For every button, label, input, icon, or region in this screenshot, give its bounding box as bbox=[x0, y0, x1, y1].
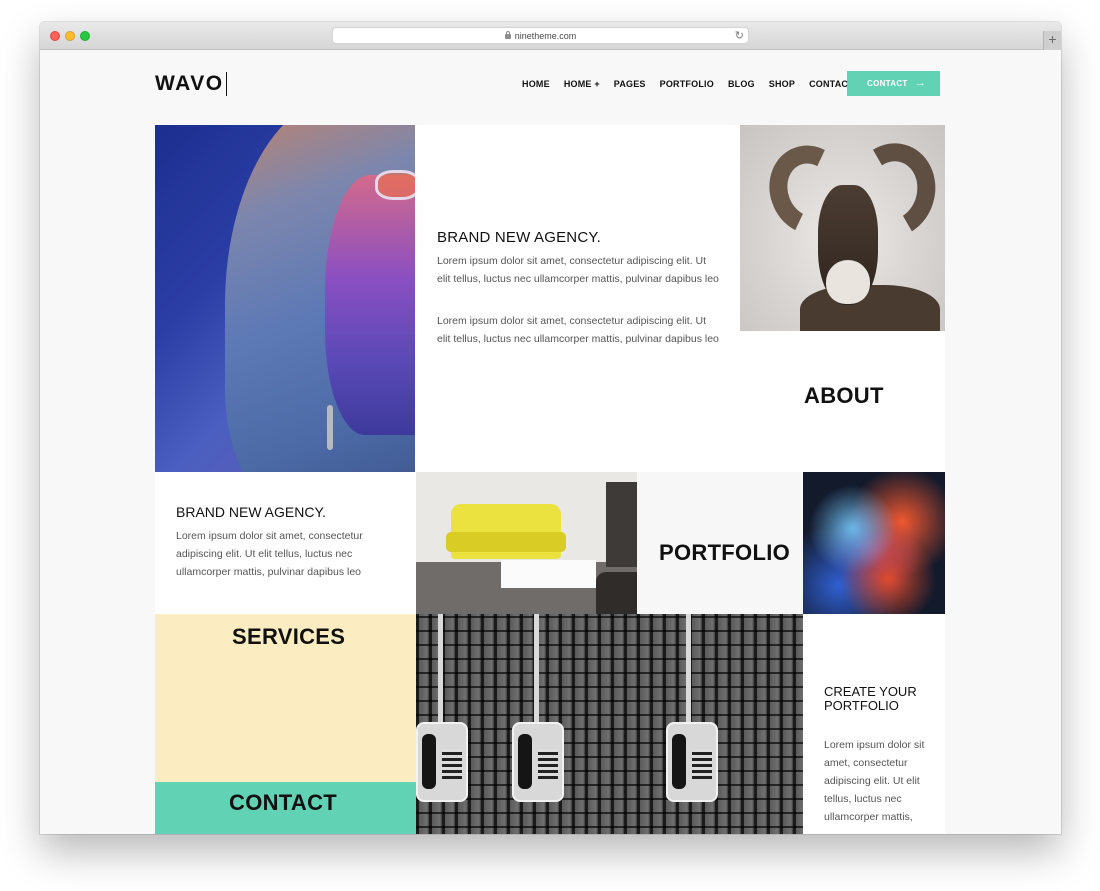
web-page: WAVO HOME HOME + PAGES PORTFOLIO BLOG SH… bbox=[40, 50, 1061, 834]
agency-mid-heading: BRAND NEW AGENCY. bbox=[176, 504, 326, 520]
agency-paragraph-1: Lorem ipsum dolor sit amet, consectetur … bbox=[437, 255, 719, 285]
agency-heading: BRAND NEW AGENCY. bbox=[437, 229, 601, 246]
cta-label: CONTACT bbox=[867, 79, 908, 88]
services-heading: SERVICES bbox=[232, 624, 346, 649]
new-tab-icon[interactable]: + bbox=[1043, 31, 1061, 50]
lock-icon bbox=[504, 31, 511, 39]
nav-item-shop[interactable]: SHOP bbox=[769, 78, 795, 90]
nav-item-home[interactable]: HOME bbox=[522, 78, 550, 90]
ram-image[interactable] bbox=[740, 125, 945, 331]
about-tile[interactable]: ABOUT bbox=[740, 331, 945, 472]
address-bar[interactable]: ninetheme.com ↻ bbox=[332, 27, 749, 44]
agency-mid-tile: BRAND NEW AGENCY. Lorem ipsum dolor sit … bbox=[155, 472, 416, 614]
contact-tile[interactable]: CONTACT bbox=[155, 782, 416, 834]
sofa-image[interactable] bbox=[416, 472, 637, 614]
hoodie-image[interactable] bbox=[155, 125, 415, 472]
payphones-image[interactable] bbox=[416, 614, 803, 834]
reload-icon[interactable]: ↻ bbox=[735, 29, 744, 43]
create-paragraph: Lorem ipsum dolor sit amet, consectetur … bbox=[824, 739, 925, 823]
minimize-window-button[interactable] bbox=[65, 31, 75, 41]
close-window-button[interactable] bbox=[50, 31, 60, 41]
about-heading: ABOUT bbox=[804, 383, 884, 408]
url-text: ninetheme.com bbox=[514, 30, 577, 41]
logo-divider bbox=[226, 72, 227, 96]
agency-mid-paragraph: Lorem ipsum dolor sit amet, consectetur … bbox=[176, 530, 363, 578]
nav-item-pages[interactable]: PAGES bbox=[614, 78, 646, 90]
portfolio-heading: PORTFOLIO bbox=[659, 540, 791, 565]
agency-intro-tile: BRAND NEW AGENCY. Lorem ipsum dolor sit … bbox=[415, 125, 740, 472]
maximize-window-button[interactable] bbox=[80, 31, 90, 41]
create-portfolio-tile: CREATE YOUR PORTFOLIO Lorem ipsum dolor … bbox=[803, 614, 945, 834]
portfolio-tile[interactable]: PORTFOLIO bbox=[637, 472, 803, 614]
contact-heading: CONTACT bbox=[229, 790, 338, 815]
browser-titlebar: ninetheme.com ↻ + bbox=[40, 22, 1061, 50]
nav-item-blog[interactable]: BLOG bbox=[728, 78, 755, 90]
nav-item-portfolio[interactable]: PORTFOLIO bbox=[660, 78, 714, 90]
create-heading: CREATE YOUR PORTFOLIO bbox=[824, 684, 917, 713]
browser-window: ninetheme.com ↻ + WAVO HOME HOME + PAGES… bbox=[40, 22, 1061, 834]
arrow-right-icon: → bbox=[914, 77, 926, 89]
colored-smoke-image[interactable] bbox=[803, 472, 945, 614]
main-navigation: HOME HOME + PAGES PORTFOLIO BLOG SHOP CO… bbox=[522, 78, 868, 90]
site-logo[interactable]: WAVO bbox=[155, 72, 224, 96]
agency-paragraph-2: Lorem ipsum dolor sit amet, consectetur … bbox=[437, 315, 719, 345]
contact-cta-button[interactable]: CONTACT → bbox=[847, 71, 940, 96]
services-tile[interactable]: SERVICES bbox=[155, 614, 416, 782]
nav-item-home-plus[interactable]: HOME + bbox=[564, 78, 600, 90]
